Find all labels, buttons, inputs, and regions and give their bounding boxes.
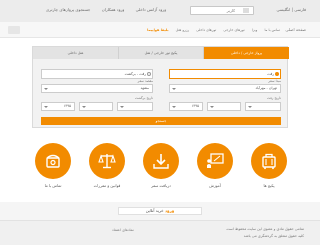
depart-day-select[interactable] bbox=[245, 102, 281, 111]
depart-date-label: تاریخ رفت bbox=[266, 96, 281, 100]
destination-label: مقصد سفر bbox=[137, 79, 153, 83]
origin-label: مبدا سفر bbox=[268, 79, 281, 83]
luggage-icon bbox=[262, 153, 276, 170]
search-button[interactable]: جستجو bbox=[41, 117, 281, 125]
search-tabs: هتل داخلی پکیج تور خارجی / هتل پرواز خار… bbox=[33, 47, 289, 59]
link-charter-search[interactable]: جستجوی پروازهای چارتری bbox=[46, 7, 90, 12]
menu-items: تماس با ما ویزا تورهای خارجی تورهای داخل… bbox=[141, 28, 280, 32]
login-bar: ورود خرید آنلاین bbox=[0, 202, 320, 220]
main-menu: تماس با ما ویزا تورهای خارجی تورهای داخل… bbox=[0, 22, 320, 38]
service-contact-label: تماس با ما bbox=[44, 183, 62, 188]
footer-rights: کلیه حقوق متعلق به گردشگری می باشد bbox=[243, 234, 304, 238]
menu-item-flight[interactable]: بلیط هواپیما bbox=[147, 28, 168, 32]
trust-seals-link[interactable]: نمادهای اعتماد bbox=[112, 228, 134, 232]
top-bar: ورود آژانس داخلی ورود همکاران جستجوی پرو… bbox=[0, 0, 320, 22]
tab-domestic-hotel[interactable]: هتل داخلی bbox=[33, 47, 119, 59]
service-rules-label: قوانین و مقررات bbox=[93, 183, 121, 188]
top-links: ورود آژانس داخلی ورود همکاران جستجوی پرو… bbox=[46, 7, 176, 12]
login-prefix: ورود bbox=[164, 208, 175, 213]
service-download-label: دریافت سفر bbox=[151, 183, 171, 188]
tab-flight[interactable]: پرواز خارجی / داخلی bbox=[204, 47, 289, 59]
services-row: تماس با ما قوانین و مقررات دریافت سفر آم… bbox=[30, 143, 292, 193]
menu-item-hotel[interactable]: رزرو هتل bbox=[176, 28, 189, 32]
footer: نمادهای اعتماد تمامی حقوق مادی و معنوی ا… bbox=[0, 220, 320, 245]
service-packages[interactable]: پکیج ها bbox=[246, 143, 292, 193]
user-icon bbox=[243, 8, 249, 13]
scales-icon-circle bbox=[89, 143, 125, 179]
depart-month-select[interactable] bbox=[207, 102, 241, 111]
menu-item-domestic-tours[interactable]: تورهای داخلی bbox=[196, 28, 216, 32]
return-day-select[interactable] bbox=[117, 102, 153, 111]
online-purchase-button[interactable]: ورود خرید آنلاین bbox=[118, 207, 202, 215]
service-packages-label: پکیج ها bbox=[263, 183, 275, 188]
account-dropdown[interactable]: کاربر bbox=[190, 6, 254, 15]
radio-roundtrip-label: رفت - برگشت bbox=[124, 72, 146, 76]
download-icon-circle bbox=[143, 143, 179, 179]
phone-icon bbox=[46, 154, 60, 168]
search-panel: هتل داخلی پکیج تور خارجی / هتل پرواز خار… bbox=[32, 46, 289, 128]
service-training[interactable]: آموزش bbox=[192, 143, 238, 193]
menu-item-contact[interactable]: تماس با ما bbox=[264, 28, 280, 32]
depart-year-select[interactable]: ۱۳۹۵ bbox=[169, 102, 203, 111]
radio-oneway[interactable]: رفت bbox=[169, 69, 281, 79]
radio-roundtrip-dot bbox=[147, 72, 151, 76]
service-contact[interactable]: تماس با ما bbox=[30, 143, 76, 193]
language-switch[interactable]: فارسی | انگلیسی bbox=[276, 7, 306, 12]
classroom-icon bbox=[207, 153, 224, 168]
link-internal-agency[interactable]: ورود آژانس داخلی bbox=[136, 7, 167, 12]
return-month-select[interactable] bbox=[79, 102, 113, 111]
download-icon bbox=[153, 154, 169, 169]
menu-item-visa[interactable]: ویزا bbox=[252, 28, 258, 32]
login-label: خرید آنلاین bbox=[145, 208, 164, 213]
radio-roundtrip[interactable]: رفت - برگشت bbox=[41, 69, 153, 79]
return-date-label: تاریخ برگشت bbox=[134, 96, 153, 100]
account-label: کاربر bbox=[226, 8, 235, 13]
footer-copyright: تمامی حقوق مادی و معنوی این سایت محفوظ ا… bbox=[226, 227, 304, 231]
classroom-icon-circle bbox=[197, 143, 233, 179]
luggage-icon-circle bbox=[251, 143, 287, 179]
phone-icon-circle bbox=[35, 143, 71, 179]
scales-icon bbox=[98, 154, 116, 169]
menu-item-foreign-tours[interactable]: تورهای خارجی bbox=[223, 28, 244, 32]
origin-select[interactable]: تهران - مهرآباد bbox=[169, 84, 281, 93]
radio-oneway-label: رفت bbox=[267, 72, 274, 76]
radio-oneway-dot bbox=[275, 72, 279, 76]
return-year-select[interactable]: ۱۳۹۵ bbox=[41, 102, 75, 111]
service-training-label: آموزش bbox=[209, 183, 221, 188]
service-rules[interactable]: قوانین و مقررات bbox=[84, 143, 130, 193]
tab-package-hotel[interactable]: پکیج تور خارجی / هتل bbox=[119, 47, 204, 59]
service-download[interactable]: دریافت سفر bbox=[138, 143, 184, 193]
link-partners[interactable]: ورود همکاران bbox=[102, 7, 125, 12]
destination-select[interactable]: مشهد bbox=[41, 84, 153, 93]
